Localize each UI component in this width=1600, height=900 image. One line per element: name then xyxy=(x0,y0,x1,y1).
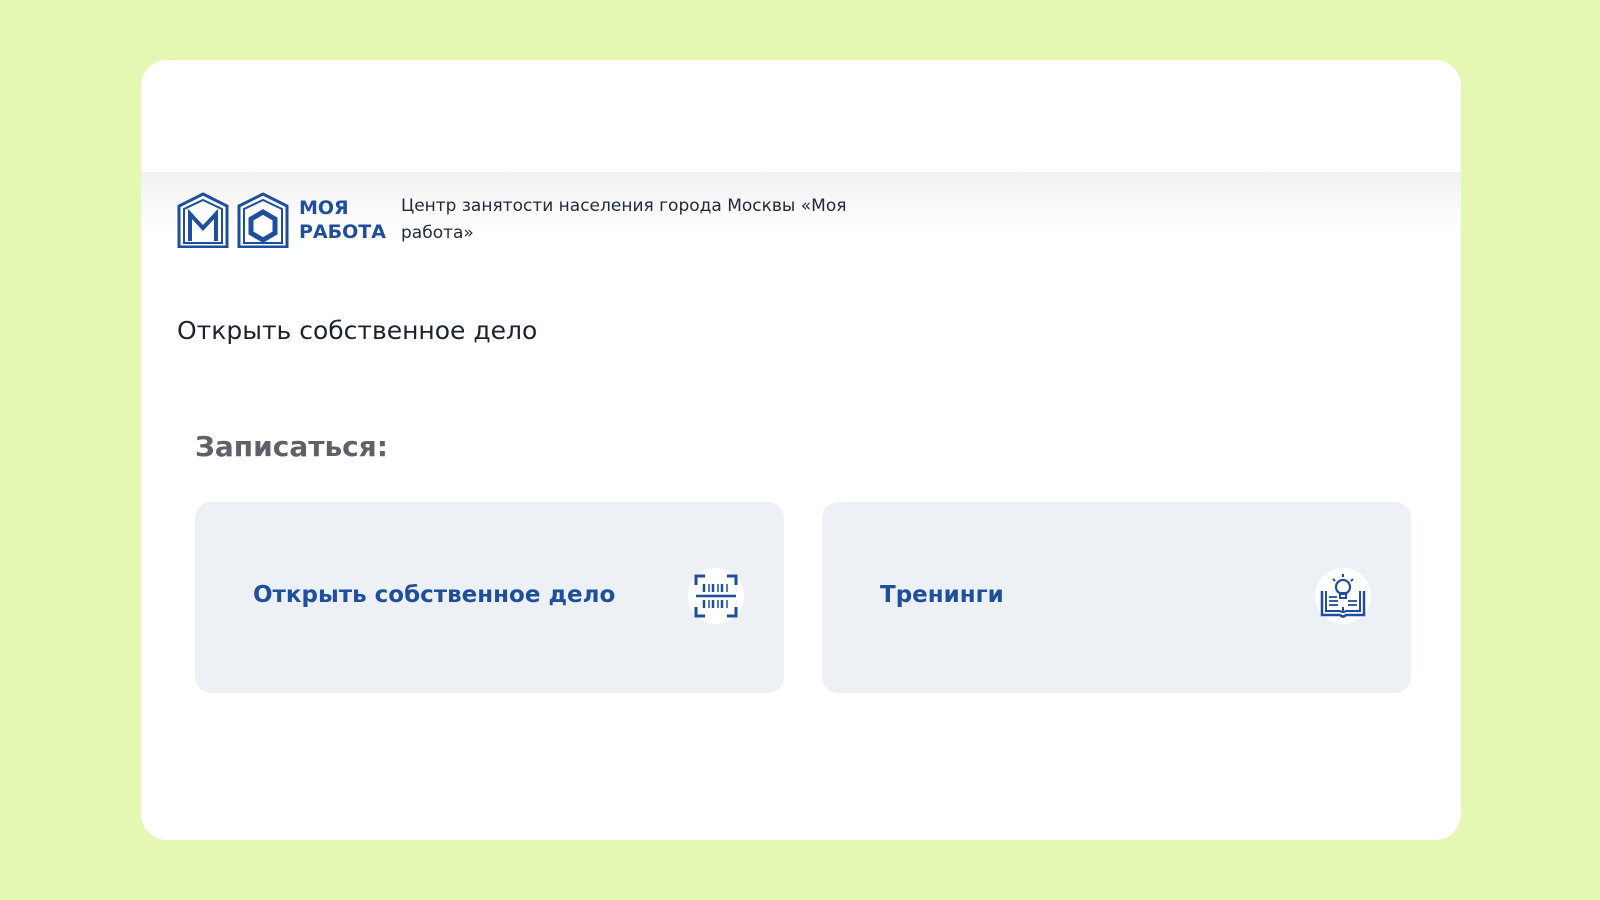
organization-name: Центр занятости населения города Москвы … xyxy=(401,196,847,243)
logo-text: МОЯ РАБОТА xyxy=(299,196,386,244)
option-open-business-label: Открыть собственное дело xyxy=(253,582,616,608)
main-card: МОЯ РАБОТА Центр занятости населения гор… xyxy=(141,60,1461,840)
option-trainings[interactable]: Тренинги xyxy=(822,502,1411,693)
barcode-scan-icon xyxy=(688,568,744,624)
logo-text-line2: РАБОТА xyxy=(299,221,386,243)
option-trainings-label: Тренинги xyxy=(880,582,1004,608)
signup-heading: Записаться: xyxy=(195,430,388,463)
logo-m-icon xyxy=(177,192,229,248)
logo-hexagon-icon xyxy=(237,192,289,248)
option-open-business[interactable]: Открыть собственное дело xyxy=(195,502,784,693)
book-lightbulb-icon xyxy=(1315,568,1371,624)
site-logo[interactable]: МОЯ РАБОТА xyxy=(177,192,386,248)
logo-text-line1: МОЯ xyxy=(299,197,349,219)
page-title: Открыть собственное дело xyxy=(177,316,538,345)
